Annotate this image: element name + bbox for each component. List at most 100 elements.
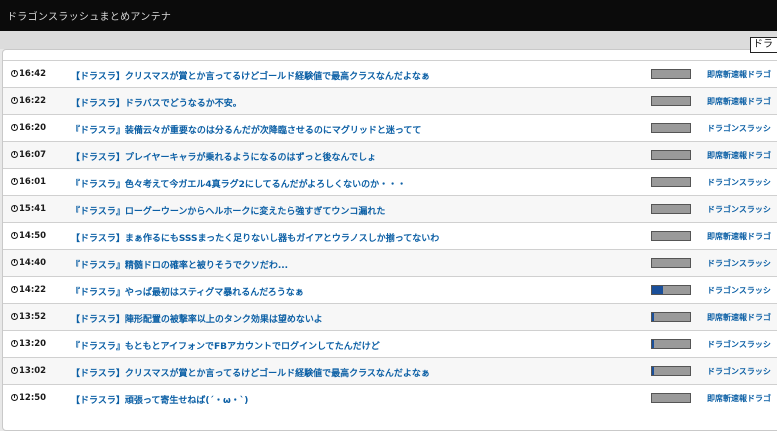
article-title-link[interactable]: 【ドラスラ】まぁ作るにもSSSまったく足りないし器もガイアとウラノスしか揃ってな… (71, 231, 641, 244)
source-site-link[interactable]: ドラゴンスラッシ (707, 177, 777, 188)
article-title-link[interactable]: 【ドラスラ】クリスマスが賞とか言ってるけどゴールド経験値で最高クラスなんだよなぁ (71, 366, 641, 379)
time-text: 14:40 (19, 258, 47, 268)
clock-icon (11, 313, 18, 320)
source-site-link[interactable]: ドラゴンスラッシ (707, 123, 777, 134)
clock-icon (11, 367, 18, 374)
article-title-link[interactable]: 【ドラスラ】陣形配置の被撃率以上のタンク効果は望めないよ (71, 312, 641, 325)
time-text: 14:22 (19, 285, 47, 295)
time-text: 13:52 (19, 312, 47, 322)
popularity-meter (651, 69, 691, 79)
source-site-link[interactable]: 即席斬速報ドラゴ (707, 150, 777, 161)
clock-icon (11, 394, 18, 401)
popularity-meter (651, 204, 691, 214)
post-time: 13:02 (11, 366, 46, 376)
post-time: 12:50 (11, 393, 46, 403)
article-title-link[interactable]: 【ドラスラ】クリスマスが賞とか言ってるけどゴールド経験値で最高クラスなんだよなぁ (71, 69, 641, 82)
post-time: 14:50 (11, 231, 46, 241)
article-title-link[interactable]: 【ドラスラ】プレイヤーキャラが乗れるようになるのはずっと後なんでしょ (71, 150, 641, 163)
post-time: 16:20 (11, 123, 46, 133)
header-band (0, 31, 777, 49)
clock-icon (11, 151, 18, 158)
clock-icon (11, 70, 18, 77)
post-time: 14:22 (11, 285, 46, 295)
popularity-meter (651, 258, 691, 268)
clock-icon (11, 232, 18, 239)
table-row: 16:07 【ドラスラ】プレイヤーキャラが乗れるようになるのはずっと後なんでしょ 即… (3, 141, 777, 168)
table-row: 13:02 【ドラスラ】クリスマスが賞とか言ってるけどゴールド経験値で最高クラスな… (3, 357, 777, 384)
source-site-link[interactable]: ドラゴンスラッシ (707, 339, 777, 350)
header-bar: ドラゴンスラッシュまとめアンテナ (0, 0, 777, 31)
clock-icon (11, 205, 18, 212)
time-text: 16:07 (19, 150, 47, 160)
popularity-meter (651, 366, 691, 376)
popularity-meter (651, 150, 691, 160)
source-site-link[interactable]: 即席斬速報ドラゴ (707, 231, 777, 242)
popularity-meter (651, 96, 691, 106)
popularity-meter-fill (652, 286, 663, 294)
post-time: 16:42 (11, 69, 46, 79)
table-row: 13:52 【ドラスラ】陣形配置の被撃率以上のタンク効果は望めないよ 即席斬速報ドラ… (3, 303, 777, 330)
post-time: 13:20 (11, 339, 46, 349)
table-row: 13:20 『ドラスラ』もともとアイフォンでFBアカウントでログインしてたんだけど… (3, 330, 777, 357)
table-row: 16:42 【ドラスラ】クリスマスが賞とか言ってるけどゴールド経験値で最高クラスな… (3, 60, 777, 87)
article-title-link[interactable]: 『ドラスラ』精髄ドロの確率と被りそうでクソだわ... (71, 258, 641, 271)
time-text: 16:01 (19, 177, 47, 187)
time-text: 16:42 (19, 69, 47, 79)
source-site-link[interactable]: ドラゴンスラッシ (707, 258, 777, 269)
popularity-meter (651, 339, 691, 349)
source-site-link[interactable]: 即席斬速報ドラゴ (707, 96, 777, 107)
table-row: 12:50 【ドラスラ】頑張って寄生せねば(´・ω・`) 即席斬速報ドラゴ (3, 384, 777, 411)
popularity-meter (651, 231, 691, 241)
article-list: 16:42 【ドラスラ】クリスマスが賞とか言ってるけどゴールド経験値で最高クラスな… (3, 60, 777, 411)
post-time: 16:22 (11, 96, 46, 106)
post-time: 14:40 (11, 258, 46, 268)
article-title-link[interactable]: 『ドラスラ』装備云々が重要なのは分るんだが次降臨させるのにマグリッドと迷ってて (71, 123, 641, 136)
table-row: 15:41 『ドラスラ』ローグーウーンからヘルホークに変えたら強すぎてウンコ漏れた… (3, 195, 777, 222)
article-title-link[interactable]: 『ドラスラ』ローグーウーンからヘルホークに変えたら強すぎてウンコ漏れた (71, 204, 641, 217)
time-text: 16:20 (19, 123, 47, 133)
table-row: 14:22 『ドラスラ』やっぱ最初はスティグマ暴れるんだろうなぁ ドラゴンスラッシ (3, 276, 777, 303)
article-title-link[interactable]: 『ドラスラ』やっぱ最初はスティグマ暴れるんだろうなぁ (71, 285, 641, 298)
post-time: 15:41 (11, 204, 46, 214)
popularity-meter-fill (652, 313, 654, 321)
site-title[interactable]: ドラゴンスラッシュまとめアンテナ (7, 8, 171, 23)
article-title-link[interactable]: 【ドラスラ】頑張って寄生せねば(´・ω・`) (71, 393, 641, 406)
table-row: 14:50 【ドラスラ】まぁ作るにもSSSまったく足りないし器もガイアとウラノスし… (3, 222, 777, 249)
popularity-meter (651, 312, 691, 322)
clock-icon (11, 259, 18, 266)
source-site-link[interactable]: ドラゴンスラッシ (707, 204, 777, 215)
table-row: 14:40 『ドラスラ』精髄ドロの確率と被りそうでクソだわ... ドラゴンスラッシ (3, 249, 777, 276)
article-title-link[interactable]: 『ドラスラ』色々考えて今ガエル4真ラグ2にしてるんだがよろしくないのか・・・ (71, 177, 641, 190)
post-time: 13:52 (11, 312, 46, 322)
popularity-meter (651, 393, 691, 403)
table-row: 16:01 『ドラスラ』色々考えて今ガエル4真ラグ2にしてるんだがよろしくないのか… (3, 168, 777, 195)
source-site-link[interactable]: 即席斬速報ドラゴ (707, 69, 777, 80)
clock-icon (11, 178, 18, 185)
popularity-meter (651, 123, 691, 133)
clock-icon (11, 340, 18, 347)
source-site-link[interactable]: ドラゴンスラッシ (707, 285, 777, 296)
time-text: 13:02 (19, 366, 47, 376)
post-time: 16:01 (11, 177, 46, 187)
search-input[interactable]: ドラ (750, 37, 777, 53)
article-title-link[interactable]: 【ドラスラ】ドラバスでどうなるか不安。 (71, 96, 641, 109)
clock-icon (11, 286, 18, 293)
time-text: 15:41 (19, 204, 47, 214)
source-site-link[interactable]: 即席斬速報ドラゴ (707, 312, 777, 323)
popularity-meter-fill (652, 340, 654, 348)
popularity-meter-fill (652, 367, 654, 375)
source-site-link[interactable]: 即席斬速報ドラゴ (707, 393, 777, 404)
clock-icon (11, 97, 18, 104)
article-title-link[interactable]: 『ドラスラ』もともとアイフォンでFBアカウントでログインしてたんだけど (71, 339, 641, 352)
time-text: 16:22 (19, 96, 47, 106)
popularity-meter (651, 285, 691, 295)
clock-icon (11, 124, 18, 131)
post-time: 16:07 (11, 150, 46, 160)
time-text: 12:50 (19, 393, 47, 403)
source-site-link[interactable]: ドラゴンスラッシ (707, 366, 777, 377)
table-row: 16:22 【ドラスラ】ドラバスでどうなるか不安。 即席斬速報ドラゴ (3, 87, 777, 114)
time-text: 13:20 (19, 339, 47, 349)
time-text: 14:50 (19, 231, 47, 241)
table-row: 16:20 『ドラスラ』装備云々が重要なのは分るんだが次降臨させるのにマグリッドと… (3, 114, 777, 141)
popularity-meter (651, 177, 691, 187)
